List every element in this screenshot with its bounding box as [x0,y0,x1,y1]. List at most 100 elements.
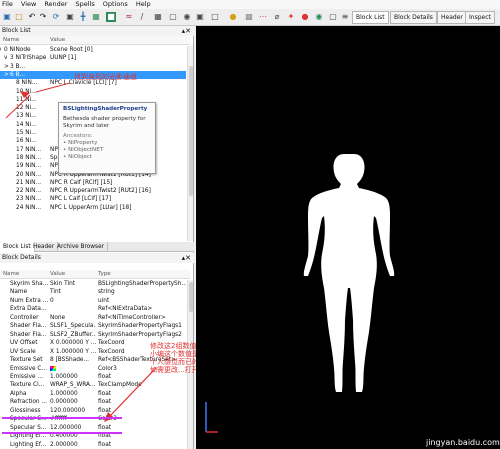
col-name[interactable]: Name [3,270,19,279]
details-row[interactable]: Lighting Ef... 2.000000 float [0,441,186,449]
details-name: Shader Fla... [10,331,47,338]
tab-archive-browser[interactable]: Archive Browser [54,242,109,252]
redo-icon[interactable]: ↷ [38,12,48,22]
ruler-icon[interactable]: ▢ [328,12,338,22]
block-list-columns: Name Value [0,36,190,45]
details-value[interactable]: SLSF1_Specula... [50,322,96,330]
scroll-thumb[interactable] [189,66,193,196]
details-name: Shader Fla... [10,323,47,330]
scroll-thumb[interactable] [189,282,193,312]
cube-green-icon[interactable]: ■ [106,12,116,22]
vertex-icon[interactable]: ⋯ [258,12,268,22]
tree-row[interactable]: v0 NiNode Scene Root [0] [0,46,186,54]
wave-icon[interactable]: ≈ [124,12,134,22]
menu-help[interactable]: Help [136,0,151,9]
grid-lines-icon[interactable]: ▦ [153,12,163,22]
eye-icon[interactable]: ◉ [182,12,192,22]
close-icon[interactable]: ▴✕ [182,26,191,36]
annotation-shadow-channel: 找到身形的光影通道 [74,73,137,81]
tree-row[interactable]: 23 NiN... NPC L Calf [LClf] [17] [0,195,186,203]
details-value[interactable]: X 0.000000 Y ... [50,339,96,347]
tree-row-name: 24 NiN... [16,204,42,211]
details-row[interactable]: Controller None Ref<NiTimeController> [0,314,186,322]
details-row[interactable]: Num Extra ... 0 uint [0,297,186,305]
palette-icon[interactable]: ◉ [314,12,324,22]
screenshot-icon[interactable]: □ [210,12,220,22]
tree-row[interactable]: 24 NiN... NPC L UpperArm [LUar] [18] [0,204,186,212]
body-silhouette [303,154,395,392]
details-row[interactable]: Name Tint string [0,288,186,296]
tree-row-name: 22 NiN... [16,188,42,195]
tree-row-value: NPC R UpperarmTwist2 [RUt2] [16] [50,188,151,195]
menu-spells[interactable]: Spells [75,0,94,9]
details-name: Texture Set [10,357,43,364]
details-value[interactable]: X 1.000000 Y ... [50,348,96,356]
details-value[interactable]: 0 [50,297,96,305]
details-row[interactable]: Extra Data... Ref<NiExtraData> [0,305,186,313]
save-icon[interactable]: ▣ [2,12,12,22]
tab-block-list[interactable]: Block List [352,11,389,24]
menu-view[interactable]: View [21,0,36,9]
details-row[interactable]: Shader Fla... SLSF2_ZBuffer... SkyrimShade… [0,331,186,339]
tree-row-name: 17 NiN... [16,146,42,153]
menu-file[interactable]: File [2,0,13,9]
camera-icon[interactable]: ▣ [195,12,205,22]
folder-icon[interactable]: □ [14,12,24,22]
details-value[interactable]: Skin Tint [50,280,96,288]
details-name: Num Extra ... [10,297,48,304]
annotation-arrow-details [104,367,157,422]
details-type: Ref<NiTimeController> [98,314,166,321]
details-type: BSLightingShaderPropertySh... [98,281,186,287]
texture-icon[interactable]: ▩ [244,12,254,22]
cube-icon[interactable]: ▣ [65,12,75,22]
marker-icon[interactable]: ● [300,12,310,22]
col-value[interactable]: Value [50,270,65,279]
expand-icon[interactable]: v [0,46,1,54]
list-icon[interactable]: ≡ [340,12,350,22]
undo-icon[interactable]: ↶ [27,12,37,22]
block-list-scrollbar[interactable] [187,46,193,241]
tab-header[interactable]: Header [437,11,467,24]
details-value[interactable]: None [50,314,96,322]
col-type[interactable]: Type [98,270,111,279]
details-value[interactable]: 2.000000 [50,441,96,449]
col-name[interactable]: Name [3,36,19,45]
tab-inspect[interactable]: Inspect [465,11,495,24]
details-type: float [98,441,112,448]
block-list-title: Block List [2,27,31,34]
tree-row[interactable]: 22 NiN... NPC R UpperarmTwist2 [RUt2] [16… [0,187,186,195]
tree-row-value: NPC L UpperArm [LUar] [18] [50,204,132,211]
block-details-header: Block Details ▴✕ [0,253,194,263]
tree-row[interactable]: 21 NiN... NPC R Calf [RClf] [15] [0,179,186,187]
skeleton-icon[interactable]: ⌀ [272,12,282,22]
tree-row-value: NPC L Calf [LClf] [17] [50,196,112,203]
details-name: Texture Cl... [10,382,45,389]
close-icon[interactable]: ▴✕ [182,253,191,263]
lightbulb-icon[interactable]: ● [228,12,238,22]
details-name: Emissive ... [10,373,43,380]
block-list-header: Block List ▴✕ [0,26,194,36]
menu-bar: File View Render Spells Options Help [0,0,500,9]
collision-icon[interactable]: ✦ [286,12,296,22]
grid-icon[interactable]: ▦ [91,12,101,22]
details-name: Lighting Ef... [10,441,47,448]
menu-render[interactable]: Render [44,0,67,9]
color-swatch[interactable] [50,366,56,371]
details-row[interactable]: Shader Fla... SLSF1_Specula... SkyrimShade… [0,322,186,330]
line-icon[interactable]: ∕ [137,12,147,22]
details-value[interactable]: SLSF2_ZBuffer... [50,331,96,339]
axes-icon[interactable]: ╋ [78,12,88,22]
details-value[interactable]: Tint [50,288,96,296]
tab-block-details[interactable]: Block Details [390,11,437,24]
col-value[interactable]: Value [50,36,65,45]
tree-row-name: 23 NiN... [16,196,42,203]
tooltip-ancestor: • NiObject [63,154,93,160]
details-row[interactable]: Skyrim Sha... Skin Tint BSLightingShaderPr… [0,280,186,288]
render-viewport[interactable]: jingyan.baidu.com [196,26,500,449]
tree-row-name: 20 NiN... [16,171,42,178]
refresh-icon[interactable]: ⟳ [51,12,61,22]
details-name: Refraction ... [10,399,47,406]
body-model [303,154,395,392]
frame-icon[interactable]: ▢ [168,12,178,22]
menu-options[interactable]: Options [103,0,128,9]
